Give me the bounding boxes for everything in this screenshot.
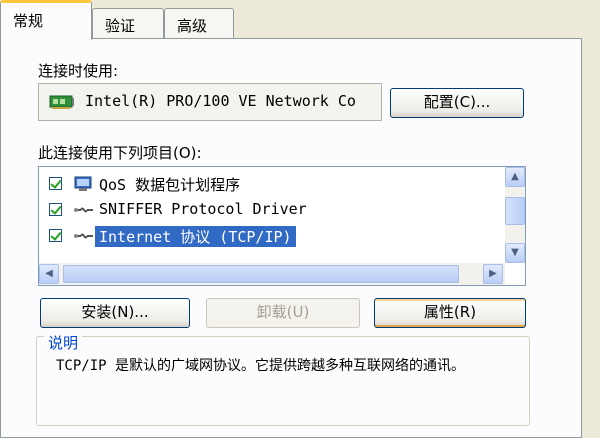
list-item-label: QoS 数据包计划程序 [99,176,241,194]
list-item-sniffer[interactable]: SNIFFER Protocol Driver [49,199,509,223]
qos-scheduler-icon [74,176,92,191]
protocol-icon [74,233,93,239]
description-group [36,336,530,426]
tab-advanced-label: 高级 [177,17,208,35]
scroll-right-button[interactable]: ▶ [483,264,503,284]
properties-button[interactable]: 属性(R) [374,298,526,328]
list-item-label: Internet 协议 (TCP/IP) [95,226,296,247]
tab-authentication-label: 验证 [105,17,136,35]
vertical-scrollbar[interactable]: ▲ ▼ [505,167,525,263]
configure-button[interactable]: 配置(C)... [390,88,524,118]
scroll-left-button[interactable]: ◀ [39,264,59,284]
connect-using-label: 连接时使用: [38,62,119,80]
sniffer-checkbox[interactable] [49,203,62,216]
components-list[interactable]: QoS 数据包计划程序 SNIFFER Protocol Driver Inte… [38,166,526,286]
tab-general[interactable]: 常规 [0,0,92,40]
description-title: 说明 [44,332,83,353]
list-item-qos[interactable]: QoS 数据包计划程序 [49,173,509,197]
vertical-scroll-thumb[interactable] [505,197,525,225]
properties-button-label: 属性(R) [423,303,477,321]
scroll-up-button[interactable]: ▲ [505,167,525,187]
uninstall-button-label: 卸载(U) [256,303,310,321]
qos-checkbox[interactable] [49,177,62,190]
list-item-label: SNIFFER Protocol Driver [99,200,307,218]
adapter-name: Intel(R) PRO/100 VE Network Co [85,92,356,110]
protocol-icon [74,207,93,213]
horizontal-scrollbar[interactable]: ◀ ▶ [39,263,505,285]
install-button-label: 安装(N)... [81,303,149,321]
chevron-up-icon: ▲ [511,171,519,182]
description-text: TCP/IP 是默认的广域网协议。它提供跨越多种互联网络的通讯。 [56,358,465,374]
list-item-tcpip[interactable]: Internet 协议 (TCP/IP) [49,225,509,249]
items-label: 此连接使用下列项目(O): [38,144,202,162]
configure-button-label: 配置(C)... [423,93,491,111]
chevron-down-icon: ▼ [511,247,519,258]
chevron-left-icon: ◀ [45,268,53,279]
tab-bar: 常规 验证 高级 [0,0,600,40]
tab-advanced[interactable]: 高级 [164,8,234,38]
tab-general-label: 常规 [13,12,44,30]
horizontal-scroll-thumb[interactable] [63,265,459,283]
install-button[interactable]: 安装(N)... [40,298,190,328]
tcpip-checkbox[interactable] [49,229,62,242]
tab-authentication[interactable]: 验证 [92,8,164,38]
chevron-right-icon: ▶ [489,268,497,279]
adapter-field: Intel(R) PRO/100 VE Network Co [38,83,382,121]
uninstall-button[interactable]: 卸载(U) [206,298,360,328]
scroll-down-button[interactable]: ▼ [505,243,525,263]
network-card-icon [49,95,74,109]
